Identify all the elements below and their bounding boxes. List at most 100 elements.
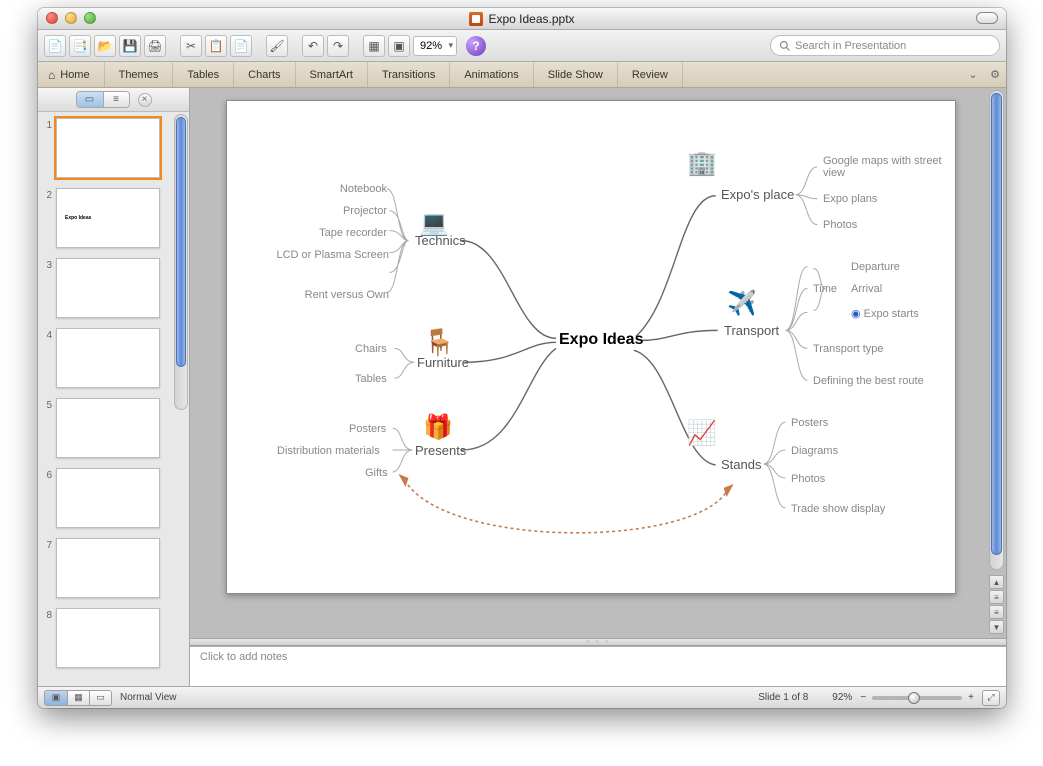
sub-tables[interactable]: Tables: [355, 373, 387, 385]
slideshow-view-button[interactable]: ▭: [89, 691, 111, 705]
insert-media-button[interactable]: ▣: [388, 35, 410, 57]
sidebar-scroll-thumb[interactable]: [176, 117, 186, 367]
canvas-scrollbar[interactable]: [989, 90, 1004, 570]
prev-slide-double-button[interactable]: ≡: [989, 590, 1004, 604]
cut-button[interactable]: ✂: [180, 35, 202, 57]
panel-view-segment[interactable]: ▭ ≡: [76, 91, 130, 108]
sub-notebook[interactable]: Notebook: [331, 183, 387, 195]
zoom-combo[interactable]: 92%: [413, 36, 457, 56]
node-expo-place[interactable]: Expo's place: [721, 187, 794, 202]
view-mode-segment[interactable]: ▣ ▦ ▭: [44, 690, 112, 706]
insert-chart-button[interactable]: ▦: [363, 35, 385, 57]
slide-thumbnail-5[interactable]: 5: [40, 398, 185, 458]
ribbon-gear-button[interactable]: ⚙: [984, 62, 1006, 87]
slide-thumb: [56, 398, 160, 458]
sub-arrival[interactable]: Arrival: [851, 283, 882, 295]
notes-pane[interactable]: Click to add notes: [190, 646, 1006, 686]
sorter-view-button[interactable]: ▦: [67, 691, 89, 705]
format-painter-button[interactable]: 🖌: [266, 35, 288, 57]
sidebar-scrollbar[interactable]: [174, 114, 188, 410]
tab-themes[interactable]: Themes: [105, 62, 174, 87]
zoom-in-icon[interactable]: +: [968, 692, 974, 703]
mindmap-center[interactable]: Expo Ideas: [559, 331, 643, 349]
app-window: Expo Ideas.pptx 📄 📑 📂 💾 🖨 ✂ 📋 📄 🖌 ↶ ↷ ▦ …: [38, 8, 1006, 708]
slide-thumbnail-6[interactable]: 6: [40, 468, 185, 528]
sub-departure[interactable]: Departure: [851, 261, 900, 273]
slide-thumbnail-1[interactable]: 1: [40, 118, 185, 178]
sub-transport-type[interactable]: Transport type: [813, 343, 884, 355]
sub-posters2[interactable]: Posters: [791, 417, 828, 429]
close-window-button[interactable]: [46, 12, 58, 24]
zoom-slider[interactable]: − +: [860, 692, 974, 703]
paste-button[interactable]: 📄: [230, 35, 252, 57]
sub-tape-recorder[interactable]: Tape recorder: [309, 227, 387, 239]
tab-home[interactable]: ⌂Home: [38, 62, 105, 87]
notes-splitter[interactable]: ○ ○ ○: [190, 638, 1006, 646]
ribbon-chevron-button[interactable]: ⌄: [962, 62, 984, 87]
titlebar-toggle-button[interactable]: [976, 12, 998, 24]
copy-button[interactable]: 📋: [205, 35, 227, 57]
zoom-out-icon[interactable]: −: [860, 692, 866, 703]
prev-slide-button[interactable]: ▲: [989, 575, 1004, 589]
save-button[interactable]: 💾: [119, 35, 141, 57]
minimize-window-button[interactable]: [65, 12, 77, 24]
node-stands[interactable]: Stands: [721, 457, 761, 472]
node-technics[interactable]: Technics: [415, 233, 466, 248]
ribbon: ⌂Home Themes Tables Charts SmartArt Tran…: [38, 62, 1006, 88]
sub-expo-starts[interactable]: ◉ Expo starts: [851, 307, 919, 320]
node-transport[interactable]: Transport: [724, 323, 779, 338]
open-button[interactable]: 📂: [94, 35, 116, 57]
help-button[interactable]: ?: [466, 36, 486, 56]
outline-view-button[interactable]: ≡: [103, 92, 129, 107]
normal-view-button[interactable]: ▣: [45, 691, 67, 705]
zoom-window-button[interactable]: [84, 12, 96, 24]
redo-button[interactable]: ↷: [327, 35, 349, 57]
sub-posters[interactable]: Posters: [349, 423, 386, 435]
sub-projector[interactable]: Projector: [335, 205, 387, 217]
sub-diagrams[interactable]: Diagrams: [791, 445, 838, 457]
next-slide-double-button[interactable]: ≡: [989, 605, 1004, 619]
new-slide-button[interactable]: 📄: [44, 35, 66, 57]
zoom-knob[interactable]: [908, 692, 920, 704]
slide-thumbnail-2[interactable]: 2Expo Ideas: [40, 188, 185, 248]
next-slide-button[interactable]: ▼: [989, 620, 1004, 634]
tab-animations[interactable]: Animations: [450, 62, 533, 87]
slide-thumbnail-4[interactable]: 4: [40, 328, 185, 388]
new-from-template-button[interactable]: 📑: [69, 35, 91, 57]
print-button[interactable]: 🖨: [144, 35, 166, 57]
tab-charts[interactable]: Charts: [234, 62, 295, 87]
sub-time[interactable]: Time: [813, 283, 837, 295]
fit-to-window-button[interactable]: ⤢: [982, 690, 1000, 706]
slide-thumbnail-8[interactable]: 8: [40, 608, 185, 668]
tab-smartart[interactable]: SmartArt: [296, 62, 368, 87]
sub-gifts[interactable]: Gifts: [365, 467, 388, 479]
slide-thumbnail-7[interactable]: 7: [40, 538, 185, 598]
content-area: ▭ ≡ × 1 2Expo Ideas 3 4 5 6 7 8: [38, 88, 1006, 686]
sub-rent-own[interactable]: Rent versus Own: [291, 289, 389, 301]
node-furniture[interactable]: Furniture: [417, 355, 469, 370]
tab-review[interactable]: Review: [618, 62, 683, 87]
undo-button[interactable]: ↶: [302, 35, 324, 57]
tab-tables[interactable]: Tables: [173, 62, 234, 87]
sub-distribution[interactable]: Distribution materials: [277, 445, 380, 457]
sub-best-route[interactable]: Defining the best route: [813, 375, 924, 387]
panel-close-button[interactable]: ×: [138, 93, 152, 107]
slide-thumbnail-3[interactable]: 3: [40, 258, 185, 318]
sub-trade-show[interactable]: Trade show display: [791, 503, 885, 515]
tab-slideshow[interactable]: Slide Show: [534, 62, 618, 87]
canvas-scroll-thumb[interactable]: [991, 93, 1002, 555]
node-presents[interactable]: Presents: [415, 443, 466, 458]
slide-canvas[interactable]: Expo Ideas 💻 Technics Notebook Projector…: [226, 100, 956, 594]
search-field[interactable]: Search in Presentation: [770, 35, 1000, 56]
sub-gmaps[interactable]: Google maps with street view: [823, 155, 953, 179]
notes-placeholder: Click to add notes: [200, 651, 287, 663]
sub-photos[interactable]: Photos: [823, 219, 857, 231]
zoom-track[interactable]: [872, 696, 962, 700]
home-icon: ⌂: [48, 68, 55, 82]
sub-expo-plans[interactable]: Expo plans: [823, 193, 877, 205]
sub-lcd-plasma[interactable]: LCD or Plasma Screen: [267, 249, 389, 261]
sub-chairs[interactable]: Chairs: [355, 343, 387, 355]
sub-photos2[interactable]: Photos: [791, 473, 825, 485]
tab-transitions[interactable]: Transitions: [368, 62, 450, 87]
thumbnail-view-button[interactable]: ▭: [77, 92, 103, 107]
